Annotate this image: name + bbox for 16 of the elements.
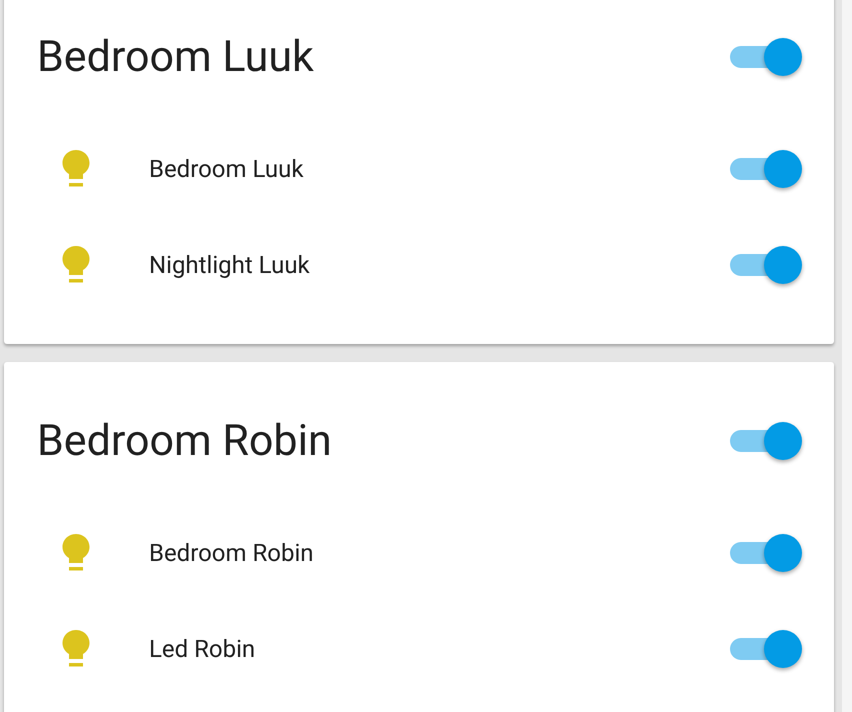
entity-name: Bedroom Robin: [149, 538, 315, 569]
entity-name: Bedroom Luuk: [149, 154, 305, 185]
lightbulb-icon: [61, 149, 91, 189]
entity-name: Nightlight Luuk: [149, 250, 311, 281]
lightbulb-icon: [61, 533, 91, 573]
toggle-switch[interactable]: [730, 37, 804, 77]
lightbulb-icon: [61, 245, 91, 285]
toggle-switch[interactable]: [730, 533, 804, 573]
lightbulb-icon: [61, 629, 91, 669]
entity-name: Led Robin: [149, 634, 256, 665]
toggle-switch[interactable]: [730, 629, 804, 669]
toggle-switch[interactable]: [730, 421, 804, 461]
toggle-switch[interactable]: [730, 245, 804, 285]
card-title: Bedroom Robin: [37, 420, 332, 462]
toggle-switch[interactable]: [730, 149, 804, 189]
card-title: Bedroom Luuk: [37, 36, 314, 78]
